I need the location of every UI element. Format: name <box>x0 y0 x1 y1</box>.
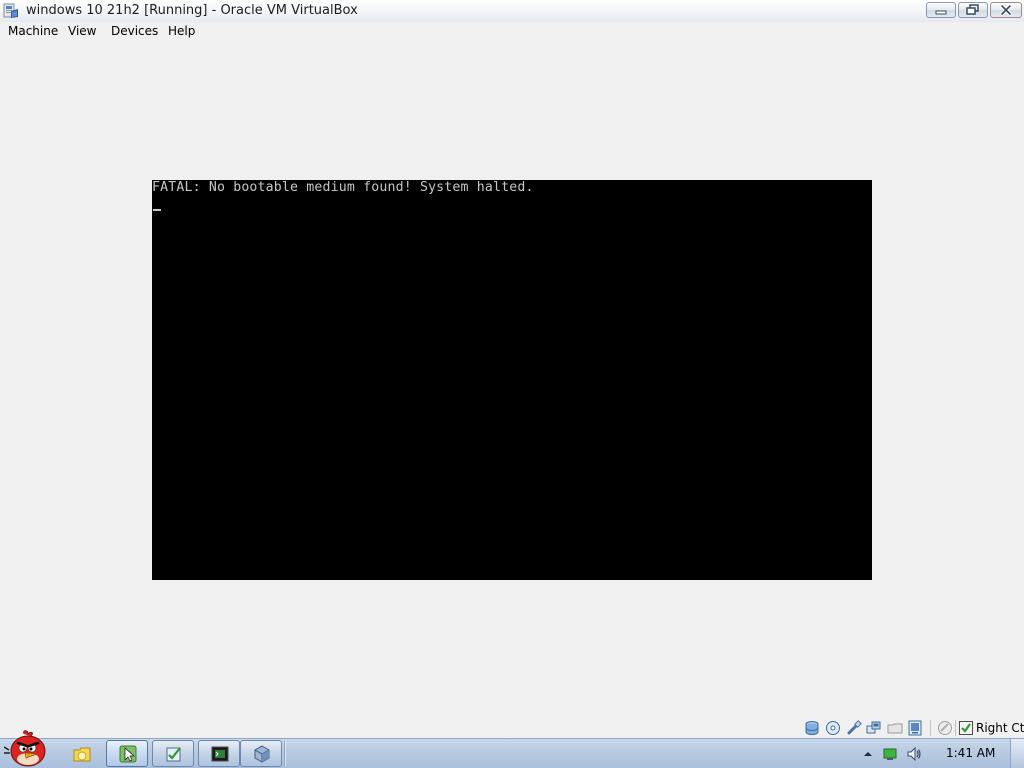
taskbar-virtualbox-button[interactable] <box>240 740 282 767</box>
menu-help[interactable]: Help <box>168 24 195 39</box>
virtualbox-icon <box>3 3 18 18</box>
video-capture-icon[interactable] <box>937 720 953 736</box>
minimize-icon <box>935 10 947 15</box>
status-separator <box>955 720 956 736</box>
vm-display[interactable]: FATAL: No bootable medium found! System … <box>152 180 872 580</box>
explorer-folder-icon <box>73 747 91 762</box>
minimize-button[interactable] <box>926 2 956 18</box>
vm-status-bar: Right Ctrl <box>0 718 1024 738</box>
network-icon[interactable] <box>866 720 882 736</box>
show-hidden-icons-icon[interactable] <box>860 746 876 762</box>
close-icon <box>1000 4 1012 16</box>
taskbar-explorer-button[interactable] <box>60 740 102 767</box>
taskbar-app-button-active[interactable] <box>106 740 148 767</box>
usb-icon[interactable] <box>846 720 862 736</box>
text-cursor <box>153 209 161 211</box>
network-status-icon[interactable] <box>882 746 898 762</box>
keyboard-capture-icon[interactable] <box>958 720 974 736</box>
close-button[interactable] <box>990 2 1022 18</box>
menu-bar: Machine View Devices Help <box>0 22 1024 41</box>
display-icon[interactable] <box>907 720 923 736</box>
restore-button[interactable] <box>958 2 988 18</box>
shared-folders-icon[interactable] <box>887 720 903 736</box>
windows-taskbar: 1:41 AM <box>0 730 1024 768</box>
terminal-icon <box>211 746 229 762</box>
hard-disk-icon[interactable] <box>804 720 820 736</box>
host-key-label: Right Ctrl <box>976 721 1024 735</box>
taskbar-app-button[interactable] <box>152 740 194 767</box>
optical-drive-icon[interactable] <box>825 720 841 736</box>
title-bar[interactable]: windows 10 21h2 [Running] - Oracle VM Vi… <box>0 0 1024 23</box>
menu-view[interactable]: View <box>68 24 96 39</box>
window-title: windows 10 21h2 [Running] - Oracle VM Vi… <box>26 3 358 18</box>
restore-icon <box>966 4 979 15</box>
virtualbox-window: windows 10 21h2 [Running] - Oracle VM Vi… <box>0 0 1024 768</box>
menu-machine[interactable]: Machine <box>8 24 58 39</box>
menu-devices[interactable]: Devices <box>111 24 158 39</box>
boot-error-message: FATAL: No bootable medium found! System … <box>152 180 534 195</box>
angry-bird-icon <box>4 730 46 767</box>
status-separator <box>930 720 931 736</box>
cursor-app-icon <box>119 745 137 763</box>
volume-icon[interactable] <box>906 746 922 762</box>
show-desktop-button[interactable] <box>1010 739 1024 768</box>
system-clock[interactable]: 1:41 AM <box>946 746 995 761</box>
taskbar-app-button[interactable] <box>198 740 240 767</box>
virtualbox-cube-icon <box>254 745 270 763</box>
checklist-app-icon <box>166 747 181 762</box>
start-button[interactable] <box>4 729 50 768</box>
taskbar-separator <box>284 741 285 766</box>
